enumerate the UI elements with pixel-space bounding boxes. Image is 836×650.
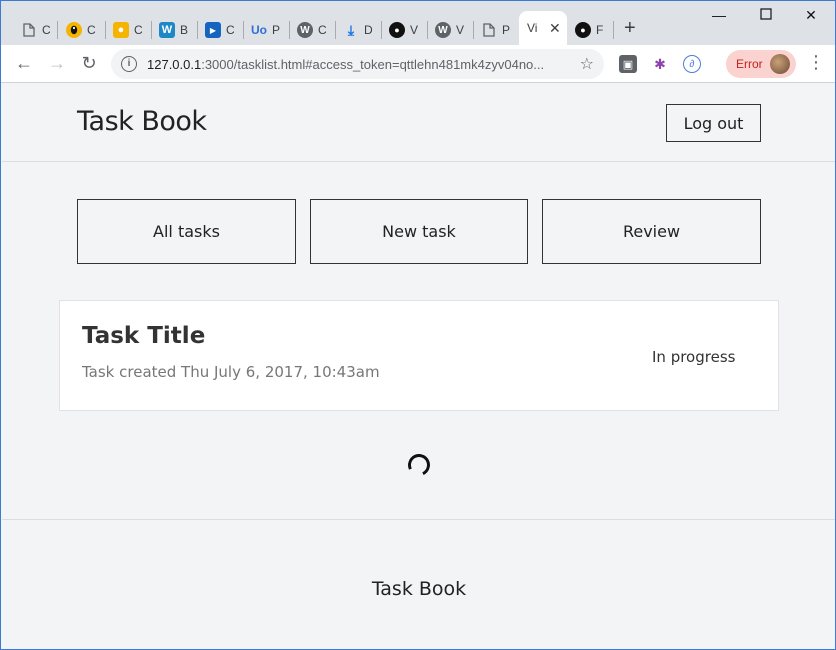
tab[interactable]: Uo P bbox=[243, 15, 282, 45]
tab-title: Vi bbox=[527, 21, 538, 35]
tab-title: P bbox=[272, 23, 281, 37]
tab[interactable]: C bbox=[58, 15, 97, 45]
browser-window: C C ● C W B ▶ C Uo P W C ⤓ D ● V W V P V… bbox=[0, 0, 836, 650]
back-icon[interactable]: ← bbox=[13, 53, 35, 73]
address-bar[interactable]: i 127.0.0.1:3000/tasklist.html#access_to… bbox=[111, 49, 604, 79]
tab-title: C bbox=[42, 23, 51, 37]
page-content: Task Book Log out All tasks New task Rev… bbox=[2, 84, 835, 649]
play-icon: ▶ bbox=[205, 22, 221, 38]
url-path: :3000/tasklist.html#access_token=qttlehn… bbox=[201, 56, 545, 72]
tab-title: D bbox=[364, 23, 373, 37]
extension-icon[interactable]: ∂ bbox=[683, 55, 701, 73]
bug-icon[interactable]: ✱ bbox=[651, 55, 669, 73]
bulb-icon: ● bbox=[113, 22, 129, 38]
maximize-icon[interactable] bbox=[756, 7, 776, 23]
close-icon[interactable]: ✕ bbox=[549, 20, 561, 37]
tab[interactable]: ⤓ D bbox=[335, 15, 374, 45]
url-host: 127.0.0.1 bbox=[147, 56, 202, 72]
tab-title: F bbox=[596, 23, 604, 37]
menu-icon[interactable]: ⋮ bbox=[807, 53, 825, 71]
footer-text: Task Book bbox=[371, 578, 467, 600]
tab[interactable]: ● F bbox=[567, 15, 606, 45]
github-icon: ● bbox=[575, 22, 591, 38]
tab-title: V bbox=[410, 23, 419, 37]
window-close-icon[interactable]: ✕ bbox=[801, 7, 821, 24]
browser-toolbar: ← → ↻ i 127.0.0.1:3000/tasklist.html#acc… bbox=[1, 45, 835, 83]
app-header: Task Book Log out bbox=[2, 84, 835, 162]
logout-button[interactable]: Log out bbox=[666, 104, 761, 142]
page-icon bbox=[481, 22, 497, 38]
reload-icon[interactable]: ↻ bbox=[78, 53, 100, 73]
download-icon: ⤓ bbox=[347, 21, 355, 38]
profile-error-button[interactable]: Error bbox=[726, 50, 796, 78]
task-created: Task created Thu July 6, 2017, 10:43am bbox=[82, 363, 380, 381]
tab[interactable]: ▶ C bbox=[197, 15, 236, 45]
app-title: Task Book bbox=[77, 106, 207, 137]
tab[interactable]: C bbox=[13, 15, 52, 45]
tab-title: C bbox=[87, 23, 96, 37]
extension-icon[interactable]: ▣ bbox=[619, 55, 637, 73]
w-icon: W bbox=[159, 22, 175, 38]
error-label: Error bbox=[736, 57, 763, 71]
minimize-icon[interactable]: — bbox=[709, 7, 729, 23]
tab[interactable]: W C bbox=[289, 15, 328, 45]
task-status: In progress bbox=[652, 348, 736, 366]
tab[interactable]: P bbox=[473, 15, 512, 45]
tab[interactable]: ● V bbox=[381, 15, 420, 45]
star-icon[interactable]: ☆ bbox=[580, 54, 594, 74]
tab-title: C bbox=[226, 23, 235, 37]
tab-strip: C C ● C W B ▶ C Uo P W C ⤓ D ● V W V P V… bbox=[1, 1, 835, 45]
review-button[interactable]: Review bbox=[542, 199, 761, 264]
linux-icon bbox=[66, 22, 82, 38]
url-text[interactable]: 127.0.0.1:3000/tasklist.html#access_toke… bbox=[147, 57, 572, 72]
tab[interactable]: W B bbox=[151, 15, 190, 45]
task-title: Task Title bbox=[82, 323, 206, 349]
github-icon: ● bbox=[389, 22, 405, 38]
tab-title: C bbox=[318, 23, 327, 37]
tab[interactable]: W V bbox=[427, 15, 466, 45]
wordpress-icon: W bbox=[297, 22, 313, 38]
all-tasks-button[interactable]: All tasks bbox=[77, 199, 296, 264]
loading-spinner-icon bbox=[404, 450, 434, 480]
tab[interactable]: ● C bbox=[105, 15, 144, 45]
new-tab-icon[interactable]: + bbox=[624, 17, 636, 40]
wordpress-icon: W bbox=[435, 22, 451, 38]
avatar bbox=[769, 54, 790, 74]
tab-title: P bbox=[502, 23, 511, 37]
page-icon bbox=[21, 22, 37, 38]
new-task-button[interactable]: New task bbox=[310, 199, 528, 264]
tab-title: C bbox=[134, 23, 143, 37]
uo-icon: Uo bbox=[251, 23, 267, 37]
forward-icon[interactable]: → bbox=[46, 53, 68, 73]
tab-title: B bbox=[180, 23, 189, 37]
tab-title: V bbox=[456, 23, 465, 37]
tab-active[interactable]: Vi ✕ bbox=[519, 11, 567, 45]
task-card[interactable]: Task Title Task created Thu July 6, 2017… bbox=[59, 300, 779, 411]
info-icon[interactable]: i bbox=[121, 56, 137, 72]
footer: Task Book bbox=[2, 519, 835, 649]
